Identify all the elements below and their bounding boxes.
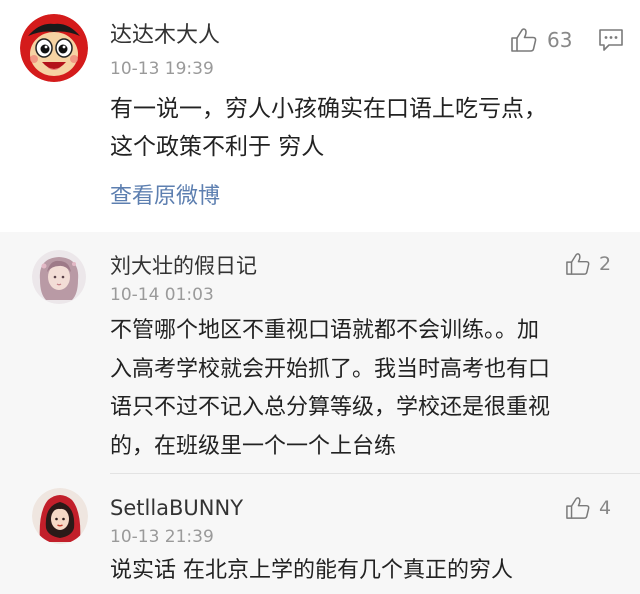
reply-avatar[interactable] [32, 488, 88, 544]
text-line: 语只不过不记入总分算等级，学校还是很重视 [110, 395, 551, 420]
text-line: 有一说一，穷人小孩确实在口语上吃亏点， [110, 96, 547, 122]
reply-time: 10-14 01:03 [110, 285, 214, 305]
reply-username[interactable]: 刘大壮的假日记 [110, 252, 257, 280]
reply-time: 10-13 21:39 [110, 527, 214, 547]
reply-like-button[interactable]: 2 [565, 250, 611, 278]
thumbs-up-icon [566, 253, 590, 275]
reply-text: 不管哪个地区不重视口语就都不会训练。。加 入高考学校就会开始抓了。我当时高考也有… [110, 312, 625, 466]
main-comment: 达达木大人 10-13 19:39 63 有一说一，穷人小孩确实在口语上吃亏点，… [0, 0, 640, 232]
reply-like-count: 4 [599, 497, 612, 519]
cartoon-avatar-icon [20, 14, 88, 82]
comment-reply-button[interactable] [598, 28, 624, 52]
reply-item: SetllaBUNNY 10-13 21:39 4 说实话 在北京上学的能有几个… [0, 474, 640, 594]
main-comment-like-button[interactable]: 63 [510, 26, 572, 54]
user-avatar-icon [32, 488, 88, 544]
thumbs-up-icon [566, 497, 590, 519]
text-line: 说实话 在北京上学的能有几个真正的穷人 [110, 558, 513, 583]
main-comment-text: 有一说一，穷人小孩确实在口语上吃亏点， 这个政策不利于 穷人 [110, 90, 620, 166]
reply-item: 刘大壮的假日记 10-14 01:03 2 不管哪个地区不重视口语就都不会训练。… [0, 232, 640, 474]
view-original-weibo-link[interactable]: 查看原微博 [110, 182, 220, 212]
user-avatar-icon [32, 250, 86, 304]
main-comment-username[interactable]: 达达木大人 [110, 22, 220, 50]
main-comment-time: 10-13 19:39 [110, 59, 214, 79]
main-comment-avatar[interactable] [20, 14, 88, 82]
thumbs-up-icon [511, 28, 537, 52]
reply-username[interactable]: SetllaBUNNY [110, 494, 243, 522]
reply-avatar[interactable] [32, 250, 86, 304]
reply-like-count: 2 [599, 253, 612, 275]
reply-list: 刘大壮的假日记 10-14 01:03 2 不管哪个地区不重视口语就都不会训练。… [0, 232, 640, 594]
text-line: 不管哪个地区不重视口语就都不会训练。。加 [110, 318, 540, 343]
text-line: 的，在班级里一个一个上台练 [110, 433, 397, 459]
reply-like-button[interactable]: 4 [565, 494, 611, 522]
main-comment-like-count: 63 [547, 28, 573, 52]
text-line: 入高考学校就会开始抓了。我当时高考也有口 [110, 356, 551, 382]
text-line: 这个政策不利于 穷人 [110, 134, 325, 160]
reply-text: 说实话 在北京上学的能有几个真正的穷人 [110, 554, 625, 588]
comment-icon [599, 29, 623, 51]
